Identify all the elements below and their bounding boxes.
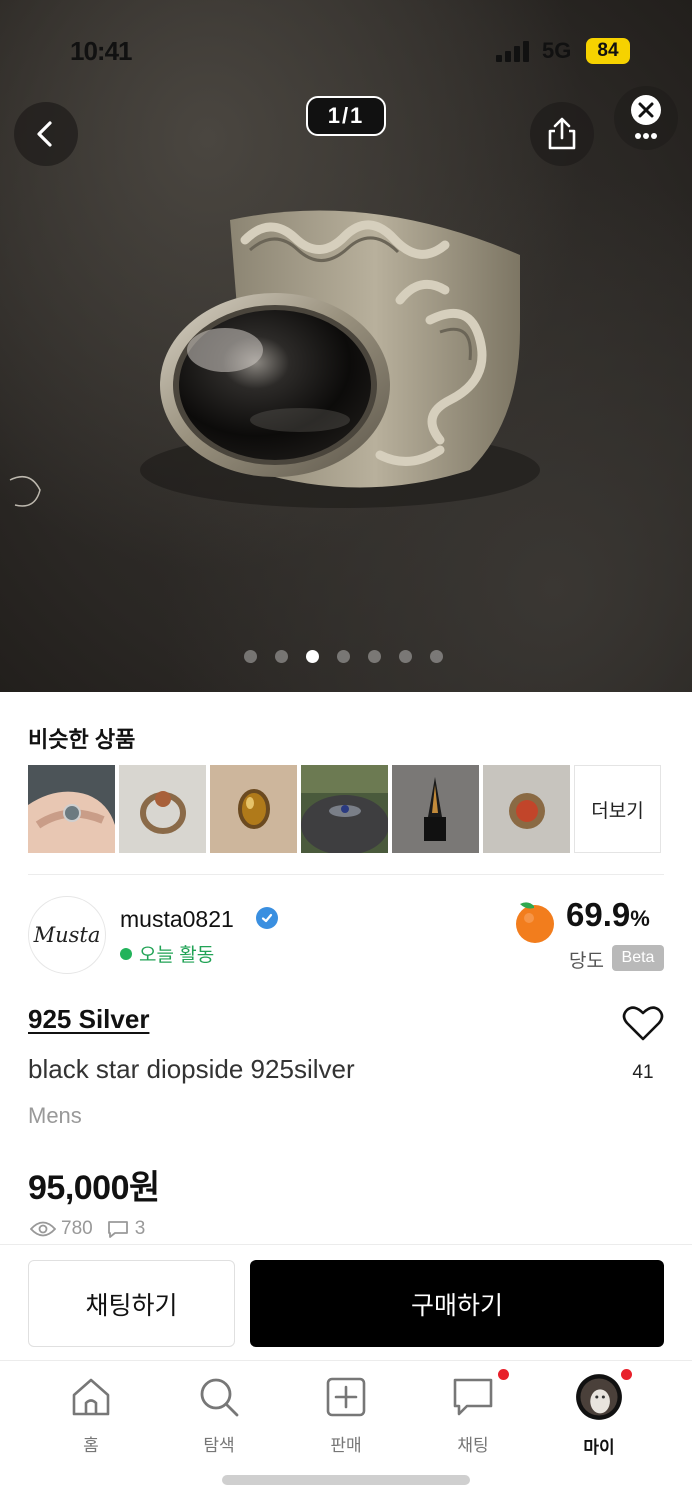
seller-activity-text: 오늘 활동 bbox=[139, 945, 215, 966]
cellular-signal-icon bbox=[496, 40, 532, 62]
heart-icon[interactable] bbox=[622, 1004, 664, 1042]
product-stats: 780 3 bbox=[30, 1218, 145, 1240]
product-price: 95,000원 bbox=[28, 1169, 160, 1207]
product-photo[interactable]: 10:41 5G 84 1/1 bbox=[0, 0, 692, 692]
similar-products-list: 더보기 bbox=[28, 765, 661, 853]
view-count: 780 bbox=[61, 1218, 93, 1239]
tab-label: 홈 bbox=[83, 1436, 99, 1455]
similar-product-thumb-6[interactable] bbox=[483, 765, 570, 853]
pagination-dot[interactable] bbox=[399, 650, 412, 663]
pagination-dot[interactable] bbox=[430, 650, 443, 663]
product-brand[interactable]: 925 Silver bbox=[28, 1004, 149, 1035]
pagination-dot[interactable] bbox=[275, 650, 288, 663]
tab-explore[interactable]: 탐색 bbox=[169, 1375, 269, 1456]
amber-stone-ring-image bbox=[210, 765, 297, 853]
online-status-dot bbox=[120, 947, 132, 960]
home-indicator bbox=[222, 1475, 470, 1485]
tab-sell[interactable]: 판매 bbox=[296, 1375, 396, 1456]
pagination-dot[interactable] bbox=[368, 650, 381, 663]
pagination-dot[interactable] bbox=[306, 650, 319, 663]
beta-badge: Beta bbox=[612, 945, 664, 971]
network-type: 5G bbox=[542, 38, 572, 63]
tab-label: 마이 bbox=[583, 1438, 615, 1457]
similar-product-thumb-1[interactable] bbox=[28, 765, 115, 853]
similar-product-thumb-4[interactable] bbox=[301, 765, 388, 853]
tab-label: 채팅 bbox=[457, 1436, 489, 1455]
tab-label: 탐색 bbox=[203, 1436, 235, 1455]
comment-icon bbox=[107, 1221, 128, 1238]
battery-indicator: 84 bbox=[586, 38, 630, 64]
comment-count: 3 bbox=[134, 1218, 146, 1239]
verified-badge-icon bbox=[256, 907, 278, 929]
rings-on-stump-image bbox=[301, 765, 388, 853]
close-circle-icon bbox=[631, 95, 661, 139]
sweetness-score: 69.9% bbox=[566, 896, 650, 933]
product-category: Mens bbox=[28, 1103, 82, 1128]
pagination-dot[interactable] bbox=[244, 650, 257, 663]
image-counter: 1/1 bbox=[306, 96, 386, 136]
similar-product-thumb-2[interactable] bbox=[119, 765, 206, 853]
gallery-pagination-dots bbox=[244, 650, 443, 664]
red-stone-ring-image bbox=[483, 765, 570, 853]
eye-icon bbox=[30, 1221, 56, 1237]
status-bar: 10:41 5G 84 bbox=[0, 0, 692, 96]
back-button[interactable] bbox=[14, 102, 78, 166]
close-button[interactable] bbox=[614, 86, 678, 150]
pagination-dot[interactable] bbox=[337, 650, 350, 663]
sweetness-label: 당도 bbox=[569, 951, 604, 972]
orange-fruit-icon bbox=[516, 902, 554, 943]
search-icon bbox=[200, 1378, 239, 1417]
like-count: 41 bbox=[632, 1062, 654, 1083]
chat-bubble-icon bbox=[453, 1378, 493, 1416]
seller-avatar-logo: Musta bbox=[33, 923, 101, 947]
seller-name[interactable]: musta0821 bbox=[120, 906, 234, 933]
ring-on-hand-image bbox=[28, 765, 115, 853]
chat-notification-dot bbox=[498, 1369, 509, 1380]
tab-label: 판매 bbox=[330, 1436, 362, 1455]
tab-my[interactable]: 마이 bbox=[549, 1374, 649, 1458]
chevron-left-icon bbox=[37, 121, 52, 147]
black-stone-ring-image bbox=[392, 765, 479, 853]
share-icon bbox=[548, 117, 576, 150]
purchase-action-bar: 채팅하기 구매하기 bbox=[0, 1244, 692, 1360]
profile-notification-dot bbox=[621, 1369, 632, 1380]
tab-chat[interactable]: 채팅 bbox=[423, 1375, 523, 1456]
similar-product-thumb-5[interactable] bbox=[392, 765, 479, 853]
home-icon bbox=[72, 1378, 110, 1416]
more-similar-button[interactable]: 더보기 bbox=[574, 765, 661, 853]
product-title: black star diopside 925silver bbox=[28, 1054, 355, 1084]
chat-button[interactable]: 채팅하기 bbox=[28, 1260, 235, 1347]
plus-square-icon bbox=[326, 1377, 366, 1417]
seller-avatar[interactable]: Musta bbox=[28, 896, 106, 974]
tab-home[interactable]: 홈 bbox=[41, 1375, 141, 1456]
similar-products-title: 비슷한 상품 bbox=[28, 727, 136, 752]
section-divider bbox=[28, 874, 664, 875]
share-button[interactable] bbox=[530, 102, 594, 166]
profile-avatar bbox=[576, 1374, 622, 1420]
status-time: 10:41 bbox=[70, 36, 132, 66]
buy-button[interactable]: 구매하기 bbox=[250, 1260, 664, 1347]
gold-ring-image bbox=[119, 765, 206, 853]
similar-product-thumb-3[interactable] bbox=[210, 765, 297, 853]
seller-activity: 오늘 활동 bbox=[120, 940, 214, 967]
